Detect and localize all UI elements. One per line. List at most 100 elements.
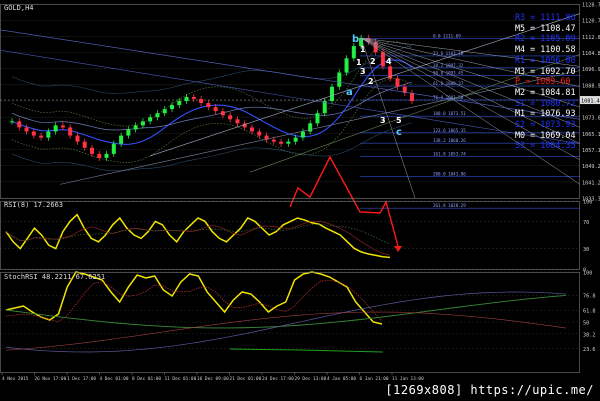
fib-level-label: 161.8 1053.74 (433, 151, 466, 156)
candle-body (97, 153, 102, 158)
wave-label: 1 (356, 58, 362, 67)
time-tick-label: 4 Nov 2015 (2, 376, 29, 382)
candle-body (46, 131, 51, 138)
candle-body (257, 131, 262, 136)
candle-body (177, 101, 182, 106)
forecast-arrow (394, 246, 402, 252)
candle-body (300, 131, 305, 138)
pivot-row-m2: M2 = 1084.81 (515, 86, 576, 97)
candle-body (148, 117, 153, 122)
pivot-row-m1: M1 = 1076.93 (515, 108, 576, 119)
candle-body (286, 141, 291, 144)
watermark: [1269x808] https://upic.me/ (385, 383, 594, 397)
stoch-scale-label: 23.6 (583, 347, 596, 353)
candle-body (111, 143, 116, 154)
candle-body (410, 92, 414, 101)
pivot-row-m5: M5 = 1108.47 (515, 22, 576, 33)
pivot-row-p: P = 1089.60 (515, 76, 571, 87)
chart-canvas: 0.0 1111.69 23.6 1103.18 38.2 1097.32 50.0 … (0, 3, 600, 382)
time-tick-label: 4 Jan 05:00 (327, 376, 356, 382)
candle-body (126, 129, 131, 136)
pivot-row-m0: M0 = 1069.04 (515, 129, 576, 140)
stoch-base-line (229, 348, 384, 353)
trend-line (0, 49, 581, 145)
candle-body (170, 105, 174, 110)
time-axis: 4 Nov 2015 26 Nov 17:00 1 Dec 17:00 4 Dec 0… (1, 372, 424, 382)
pivot-levels-box: R3 = 1111.86 M5 = 1108.47 R2 = 1105.09 M4 =… (515, 12, 593, 151)
rsi-scale-label: 30 (583, 247, 589, 253)
candle-body (133, 125, 138, 130)
pivot-row-r1: R1 = 1096.08 (515, 54, 576, 65)
candle-body (119, 135, 124, 144)
candle-body (162, 109, 167, 114)
time-tick-label: 4 Dec 01:00 (100, 376, 129, 382)
rsi-ma-line (5, 223, 391, 245)
candle-body (68, 127, 73, 136)
fib-level-label: 0.0 1111.69 (433, 34, 461, 39)
stoch-scale-label: 61.8 (583, 309, 596, 315)
price-tick-label: 1041.25 (582, 180, 600, 186)
stoch-scale-label: 76.8 (583, 294, 596, 300)
price-tick-label: 1049.20 (582, 164, 600, 170)
fib-level-label: 61.8 1088.37 (433, 81, 464, 86)
candle-body (31, 131, 36, 136)
candle-body (155, 113, 160, 118)
candle-body (140, 121, 145, 126)
candle-body (250, 127, 254, 132)
candle-body (235, 119, 240, 124)
stoch-scale-label: 38.2 (583, 332, 596, 338)
candle-body (75, 135, 80, 142)
time-tick-label: 11 Jan 13:00 (392, 376, 424, 382)
candle-body (17, 121, 22, 128)
candle-body (206, 103, 211, 108)
candle-body (199, 98, 204, 104)
wave-label: 2 (368, 77, 374, 86)
trend-line (59, 70, 581, 185)
pivot-row-s3: S3 = 1064.35 (515, 140, 576, 151)
candle-body (351, 46, 356, 59)
stoch-title: StochRSI 48.2211 67.6251 (4, 273, 105, 281)
candle-body (330, 86, 334, 101)
rsi-line (5, 213, 391, 259)
fib-level-label: 123.6 1065.35 (433, 128, 466, 133)
rsi-title: RSI(8) 17.2663 (4, 201, 63, 209)
fib-level-label: 38.2 1097.32 (433, 63, 464, 68)
candle-body (60, 125, 65, 128)
trend-line (0, 29, 581, 120)
candle-body (10, 121, 14, 123)
wave-label: 2 (370, 57, 376, 66)
pivot-row-s2: S2 = 1073.93 (515, 119, 576, 130)
wave-label: c (396, 127, 402, 138)
candle-body (191, 96, 196, 99)
candle-body (39, 135, 44, 138)
wave-label: 5 (396, 116, 402, 125)
panel-frame-2 (0, 272, 580, 373)
wave-label: 3 (360, 67, 366, 76)
wave-label: 1 (360, 45, 366, 54)
price-tick-label: 1128.70 (582, 3, 600, 9)
wave-label: 4 (386, 57, 392, 66)
panel-frame-1 (0, 201, 580, 270)
candle-body (380, 52, 385, 67)
pivot-row-s1: S1 = 1080.72 (515, 97, 576, 108)
fib-level-label: 76.4 1081.50 (433, 95, 464, 100)
rsi-signal-line (5, 220, 391, 256)
fib-level-label: 138.2 1060.26 (433, 138, 466, 143)
stoch-scale-label: 100 (583, 271, 592, 277)
wave-label: b (352, 34, 359, 45)
fib-level-label: 100.0 1073.51 (433, 111, 466, 116)
time-tick-label: 6 Jan 21:00 (360, 376, 389, 382)
fib-level-label: 200.0 1043.86 (433, 172, 466, 177)
candle-body (271, 139, 276, 142)
candle-body (24, 127, 29, 132)
time-tick-label: 11 Dec 01:00 (165, 376, 197, 382)
candle-body (90, 147, 94, 154)
candle-body (53, 125, 58, 132)
time-tick-label: 26 Nov 17:00 (35, 376, 67, 382)
candle-body (220, 111, 225, 116)
pivot-row-r3: R3 = 1111.86 (515, 12, 576, 22)
candle-body (82, 141, 87, 148)
candle-body (337, 72, 342, 87)
time-tick-label: 16 Dec 09:00 (197, 376, 229, 382)
candle-body (315, 113, 320, 124)
